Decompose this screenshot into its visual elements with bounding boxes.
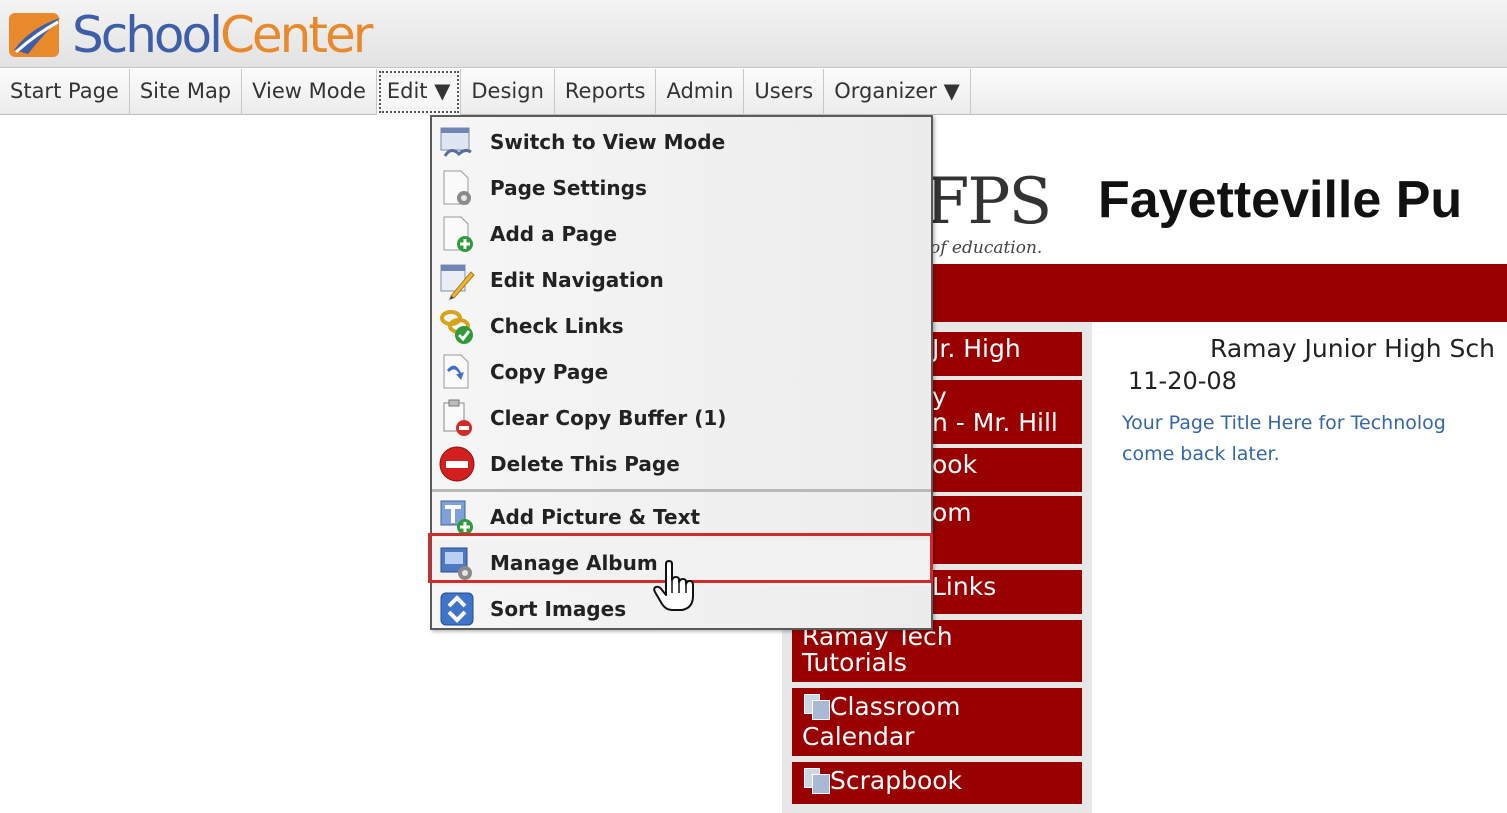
menu-item-copy-page[interactable]: Copy Page — [432, 349, 931, 395]
menu-edit[interactable]: Edit ▼ — [376, 69, 462, 115]
content-note-line: come back later. — [1122, 443, 1280, 465]
menu-reports[interactable]: Reports — [555, 69, 657, 115]
menu-view-mode[interactable]: View Mode — [242, 69, 377, 115]
menu-item-add-picture-text[interactable]: Add Picture & Text — [432, 494, 931, 540]
menu-item-edit-navigation[interactable]: Edit Navigation — [432, 257, 931, 303]
menu-organizer[interactable]: Organizer ▼ — [824, 69, 971, 115]
check-links-icon — [440, 310, 473, 344]
schoolcenter-logo[interactable]: SchoolCenter — [8, 6, 373, 64]
nav-item-scrapbook[interactable]: Scrapbook — [792, 762, 1082, 804]
add-picture-icon — [440, 500, 473, 535]
nav-item-label: Calendar — [802, 722, 915, 751]
menu-item-add-a-page[interactable]: Add a Page — [432, 211, 931, 257]
content-note-line: Your Page Title Here for Technolog — [1122, 412, 1446, 434]
logo-text: SchoolCenter — [72, 6, 373, 64]
menu-item-switch-to-view-mode[interactable]: Switch to View Mode — [432, 119, 931, 165]
menu-item-check-links[interactable]: Check Links — [432, 303, 931, 349]
menu-site-map[interactable]: Site Map — [130, 69, 243, 115]
page-settings-icon — [443, 170, 471, 205]
copy-page-icon — [443, 354, 469, 389]
content-note: Your Page Title Here for Technolog come … — [1122, 408, 1507, 470]
add-page-icon — [443, 216, 473, 252]
page-icon — [802, 692, 830, 720]
menu-item-page-settings[interactable]: Page Settings — [432, 165, 931, 211]
edit-dropdown-menu: Switch to View Mode Page Settings Add a … — [430, 115, 933, 630]
view-mode-icon — [440, 127, 472, 157]
delete-icon — [439, 446, 475, 482]
menu-item-delete-this-page[interactable]: Delete This Page — [432, 441, 931, 487]
district-tagline: of education. — [930, 238, 1043, 258]
menu-separator — [432, 489, 931, 492]
menu-start-page[interactable]: Start Page — [0, 69, 130, 115]
nav-item-label: Classroom — [830, 692, 961, 721]
nav-item-classroom-calendar[interactable]: Classroom Calendar — [792, 688, 1082, 756]
menu-admin[interactable]: Admin — [656, 69, 745, 115]
nav-item-label: Tutorials — [802, 648, 907, 677]
page-title: Fayetteville Pu — [1098, 171, 1463, 229]
content-heading: Ramay Junior High Sch — [1210, 334, 1495, 363]
menu-item-clear-copy-buffer[interactable]: Clear Copy Buffer (1) — [432, 395, 931, 441]
manage-album-icon — [440, 547, 472, 580]
page-icon — [802, 766, 830, 794]
menu-users[interactable]: Users — [744, 69, 825, 115]
nav-item-label: Scrapbook — [830, 766, 963, 795]
district-logo: FPS — [925, 165, 1052, 239]
hand-cursor-icon — [653, 560, 694, 611]
clear-buffer-icon — [443, 399, 472, 436]
menu-design[interactable]: Design — [461, 69, 555, 115]
app-header: SchoolCenter — [0, 0, 1507, 68]
sort-icon — [440, 592, 474, 626]
content-date: 11-20-08 — [1128, 367, 1237, 395]
edit-navigation-icon — [440, 264, 475, 300]
main-menubar: Start Page Site Map View Mode Edit ▼ Des… — [0, 69, 1507, 115]
header-band — [930, 264, 1507, 322]
logo-swoosh-icon — [9, 13, 60, 57]
